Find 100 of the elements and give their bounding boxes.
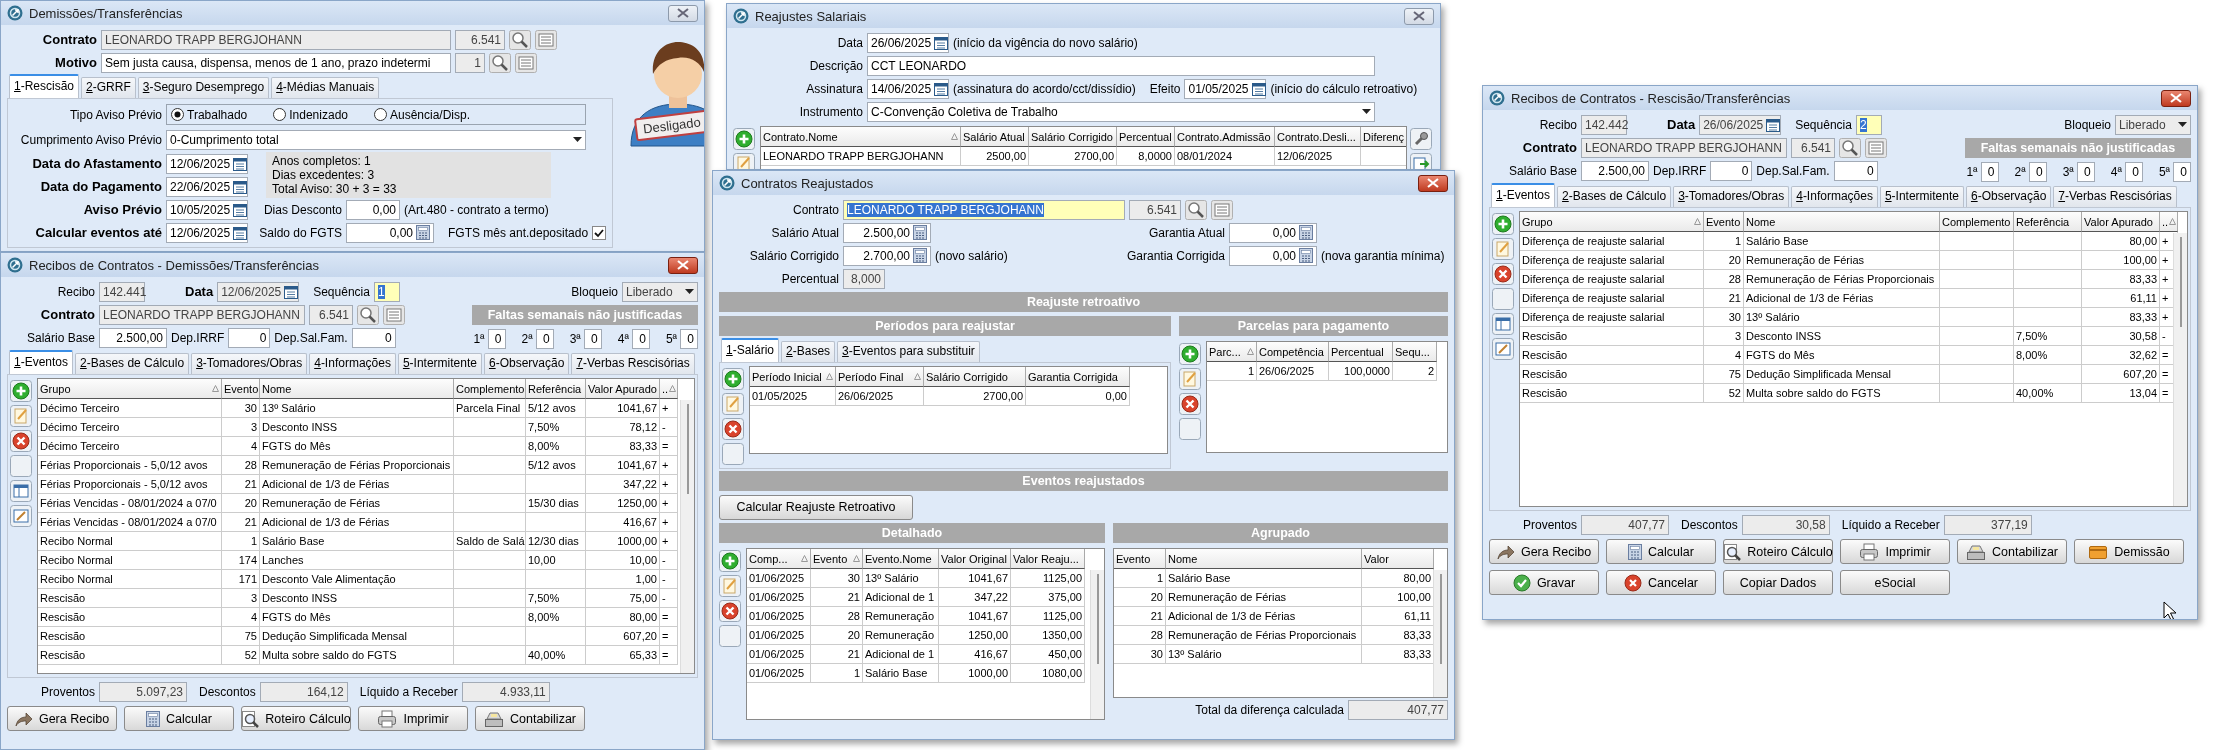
search-icon[interactable] (1839, 137, 1861, 158)
dismissal-button[interactable]: Demissão (2074, 539, 2184, 564)
calculate-button[interactable]: Calcular Reajuste Retroativo (719, 494, 913, 520)
column-header[interactable]: Nome (1744, 212, 1940, 232)
number-field[interactable]: 0 (680, 328, 698, 349)
number-field[interactable]: 2.500,00 (1581, 160, 1649, 181)
tab[interactable]: 4-Informações (1791, 186, 1878, 207)
date-field[interactable]: 26/06/2025 (1699, 114, 1782, 135)
print-button[interactable]: Imprimir (1840, 539, 1950, 564)
date-field[interactable]: 10/05/2025 (166, 199, 248, 220)
number-field[interactable]: 0 (1833, 160, 1878, 181)
column-header[interactable]: Valor (1362, 549, 1434, 569)
code-field[interactable]: 6.541 (309, 304, 353, 325)
column-header[interactable]: Contrato.Desli... (1275, 127, 1361, 147)
column-header[interactable]: Evento (1114, 549, 1166, 569)
column-header[interactable]: Evento (1704, 212, 1744, 232)
radio-option[interactable]: Ausência/Disp. (374, 107, 471, 122)
grid-layout-icon[interactable] (10, 480, 32, 502)
tab[interactable]: 7-Verbas Rescisórias (571, 353, 695, 374)
calendar-icon[interactable] (934, 35, 949, 50)
column-header[interactable]: Garantia Corrigida (1026, 367, 1130, 387)
column-header[interactable]: Parc... (1207, 342, 1257, 362)
search-icon[interactable] (489, 52, 511, 73)
tab[interactable]: 1-Eventos (9, 350, 74, 374)
column-header[interactable]: Nome (260, 379, 454, 399)
dropdown[interactable]: Liberado (2115, 114, 2191, 135)
number-field[interactable]: 0 (631, 328, 650, 349)
number-field[interactable]: 0 (2124, 161, 2143, 182)
column-header[interactable]: Salário Atual (961, 127, 1029, 147)
calculate-button[interactable]: Calcular (1606, 539, 1716, 564)
radio-button[interactable] (171, 108, 184, 121)
number-field[interactable]: 0 (535, 328, 554, 349)
text-field[interactable]: 142.441 (99, 281, 145, 302)
generate-receipt-button[interactable]: Gera Recibo (1489, 539, 1599, 564)
number-field[interactable]: 0 (2076, 161, 2095, 182)
text-field[interactable]: LEONARDO TRAPP BERGJOHANN (101, 29, 451, 50)
action-button[interactable]: Copiar Dados (1723, 570, 1833, 595)
tab[interactable]: 5-Intermitente (397, 353, 482, 374)
calculator-icon[interactable] (913, 248, 927, 263)
delete-icon[interactable] (719, 600, 741, 622)
date-field[interactable]: 01/05/2025 (1184, 78, 1267, 99)
column-header[interactable]: Salário Corrigido (924, 367, 1026, 387)
close-button[interactable] (2161, 89, 2191, 107)
tab[interactable]: 4-Informações (309, 353, 396, 374)
add-icon[interactable] (1492, 213, 1514, 235)
column-header[interactable]: Percentual (1117, 127, 1175, 147)
export-icon[interactable] (1410, 153, 1432, 169)
column-header[interactable]: Valor Original (939, 549, 1011, 569)
number-field[interactable]: 8,000 (843, 268, 885, 289)
code-field[interactable]: 1 (455, 52, 485, 73)
layout-edit-icon[interactable] (10, 505, 32, 527)
column-header[interactable]: Contrato.Admissão (1175, 127, 1275, 147)
number-field[interactable]: 0 (351, 327, 396, 348)
tab[interactable]: 2-Bases (781, 341, 836, 362)
number-field[interactable]: 0 (1980, 161, 1999, 182)
text-field[interactable]: LEONARDO TRAPP BERGJOHANN (99, 304, 305, 325)
tab[interactable]: 4-Médias Manuais (271, 77, 380, 98)
tab[interactable]: 2-Bases de Cálculo (1557, 186, 1672, 207)
number-field[interactable]: 0,00 (346, 199, 400, 220)
date-field[interactable]: 26/06/2025 (867, 32, 949, 53)
add-icon[interactable] (719, 550, 741, 572)
number-field[interactable]: 164,12 (259, 681, 348, 702)
dropdown[interactable]: 0-Cumprimento total (166, 129, 586, 150)
date-field[interactable]: 22/06/2025 (166, 176, 248, 197)
column-header[interactable]: Grupo (1520, 212, 1704, 232)
calendar-icon[interactable] (934, 81, 949, 96)
add-icon[interactable] (10, 380, 32, 402)
dropdown[interactable]: Liberado (622, 281, 698, 302)
number-field[interactable]: 30,58 (1741, 514, 1830, 535)
calculator-icon[interactable] (1299, 225, 1313, 240)
column-header[interactable]: Sequ... (1393, 342, 1437, 362)
tab[interactable]: 3-Tomadores/Obras (1673, 186, 1790, 207)
tab[interactable]: 5-Intermitente (1879, 186, 1964, 207)
code-field[interactable]: 6.541 (455, 29, 505, 50)
column-header[interactable]: Referência (526, 379, 586, 399)
tab[interactable]: 1-Rescisão (9, 74, 80, 98)
text-field[interactable]: CCT LEONARDO (867, 55, 1375, 76)
calendar-icon[interactable] (284, 284, 299, 299)
radio-option[interactable]: Indenizado (273, 107, 348, 122)
delete-icon[interactable] (1492, 263, 1514, 285)
delete-icon[interactable] (722, 418, 744, 440)
radio-button[interactable] (273, 108, 287, 121)
tab[interactable]: 7-Verbas Rescisórias (2053, 186, 2177, 207)
checkbox[interactable] (592, 225, 607, 240)
add-icon[interactable] (1179, 343, 1201, 365)
calendar-icon[interactable] (1251, 81, 1266, 96)
search-icon[interactable] (1185, 199, 1207, 220)
number-field[interactable]: 0 (2028, 161, 2047, 182)
number-field[interactable]: 0 (583, 328, 602, 349)
tab[interactable]: 2-GRRF (81, 77, 136, 98)
tab[interactable]: 1-Salário (721, 338, 780, 362)
close-button[interactable] (1418, 174, 1448, 192)
column-header[interactable]: Evento (811, 549, 863, 569)
text-field[interactable]: Sem justa causa, dispensa, menos de 1 ano, prazo indetermi (101, 52, 451, 73)
scrollbar[interactable] (680, 400, 694, 673)
grid-layout-icon[interactable] (1492, 313, 1514, 335)
calculator-icon[interactable] (1299, 248, 1313, 263)
calculation-script-button[interactable]: Roteiro Cálculo (241, 706, 351, 731)
text-field[interactable]: 142.442 (1581, 114, 1627, 135)
code-field[interactable]: 6.541 (1129, 199, 1181, 220)
